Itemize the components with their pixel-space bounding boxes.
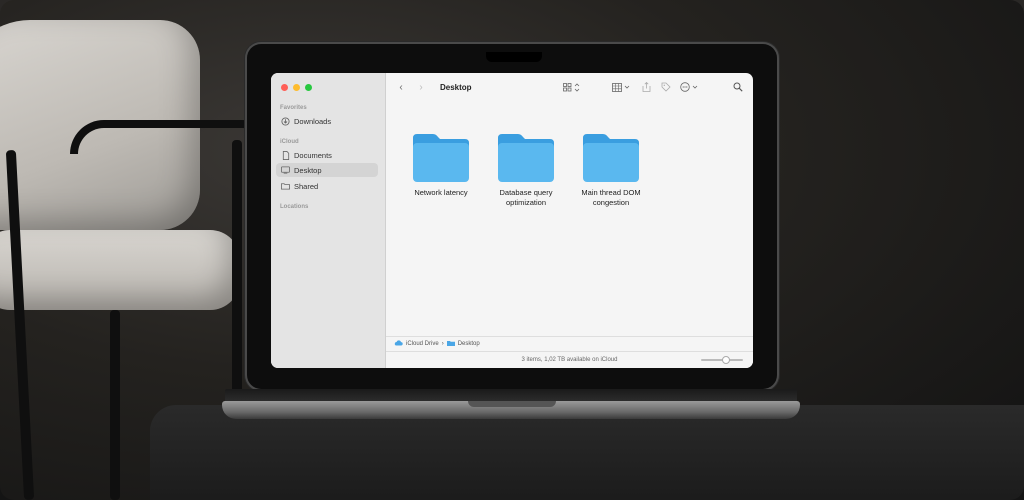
folder-item[interactable]: Database query optimization	[488, 130, 564, 208]
close-button[interactable]	[281, 84, 288, 91]
tag-icon[interactable]	[659, 80, 673, 94]
finder-window[interactable]: Favorites Downloads iCloud Documents Des…	[271, 73, 753, 368]
laptop-opening-groove	[468, 401, 556, 407]
window-controls	[281, 84, 312, 91]
document-icon	[281, 150, 290, 160]
zoom-button[interactable]	[305, 84, 312, 91]
sidebar-item-label: Shared	[294, 181, 319, 191]
sidebar-section-favorites: Favorites	[280, 105, 307, 111]
shared-folder-icon	[281, 182, 290, 191]
more-actions-icon[interactable]	[679, 80, 701, 94]
chair-armrest	[70, 120, 276, 154]
window-title: Desktop	[440, 82, 472, 92]
group-view-icon[interactable]	[611, 80, 633, 94]
toolbar: ‹ › Desktop	[386, 73, 753, 101]
folder-item[interactable]: Main thread DOM congestion	[573, 130, 649, 208]
status-bar: 3 items, 1,02 TB available on iCloud	[386, 351, 753, 368]
slider-knob[interactable]	[722, 356, 731, 364]
folder-item[interactable]: Network latency	[403, 130, 479, 198]
folder-label: Network latency	[414, 188, 468, 197]
sidebar-item-documents[interactable]: Documents	[276, 148, 378, 162]
sidebar-item-label: Desktop	[294, 165, 322, 175]
sidebar-item-downloads[interactable]: Downloads	[276, 114, 378, 128]
path-bar: iCloud Drive › Desktop	[386, 336, 753, 351]
camera-notch	[486, 52, 542, 62]
folder-grid: Network latency Database query optimizat…	[386, 101, 753, 336]
back-chevron-icon[interactable]: ‹	[394, 80, 408, 94]
folder-icon	[583, 134, 639, 182]
folder-label: Main thread DOM congestion	[581, 188, 641, 207]
forward-chevron-icon[interactable]: ›	[414, 80, 428, 94]
sidebar-item-shared[interactable]: Shared	[276, 179, 378, 193]
path-root[interactable]: iCloud Drive	[406, 341, 439, 347]
path-separator: ›	[441, 341, 444, 347]
sidebar-item-label: Downloads	[294, 116, 332, 126]
folder-icon	[498, 134, 554, 182]
icloud-icon	[394, 340, 403, 348]
sidebar-section-locations: Locations	[280, 204, 309, 210]
icon-size-slider[interactable]	[701, 356, 743, 364]
path-folder-icon	[446, 340, 455, 348]
main-pane: ‹ › Desktop Network latency Database que…	[386, 73, 753, 368]
sidebar-item-desktop[interactable]: Desktop	[276, 163, 378, 177]
background-scene: Favorites Downloads iCloud Documents Des…	[0, 0, 1024, 500]
table	[150, 405, 1024, 500]
chair-seat	[0, 230, 240, 310]
share-icon[interactable]	[639, 80, 653, 94]
icon-view-grid-icon[interactable]	[561, 80, 583, 94]
folder-label: Database query optimization	[499, 188, 553, 207]
sidebar: Favorites Downloads iCloud Documents Des…	[271, 73, 386, 368]
chair-leg	[110, 310, 120, 500]
path-current[interactable]: Desktop	[458, 341, 480, 347]
desktop-icon	[281, 166, 290, 175]
search-icon[interactable]	[731, 80, 745, 94]
chair-leg	[232, 140, 242, 400]
status-text: 3 items, 1,02 TB available on iCloud	[521, 357, 618, 363]
minimize-button[interactable]	[293, 84, 300, 91]
download-icon	[281, 116, 290, 126]
folder-icon	[413, 134, 469, 182]
sidebar-section-icloud: iCloud	[280, 139, 299, 145]
sidebar-item-label: Documents	[294, 150, 332, 160]
